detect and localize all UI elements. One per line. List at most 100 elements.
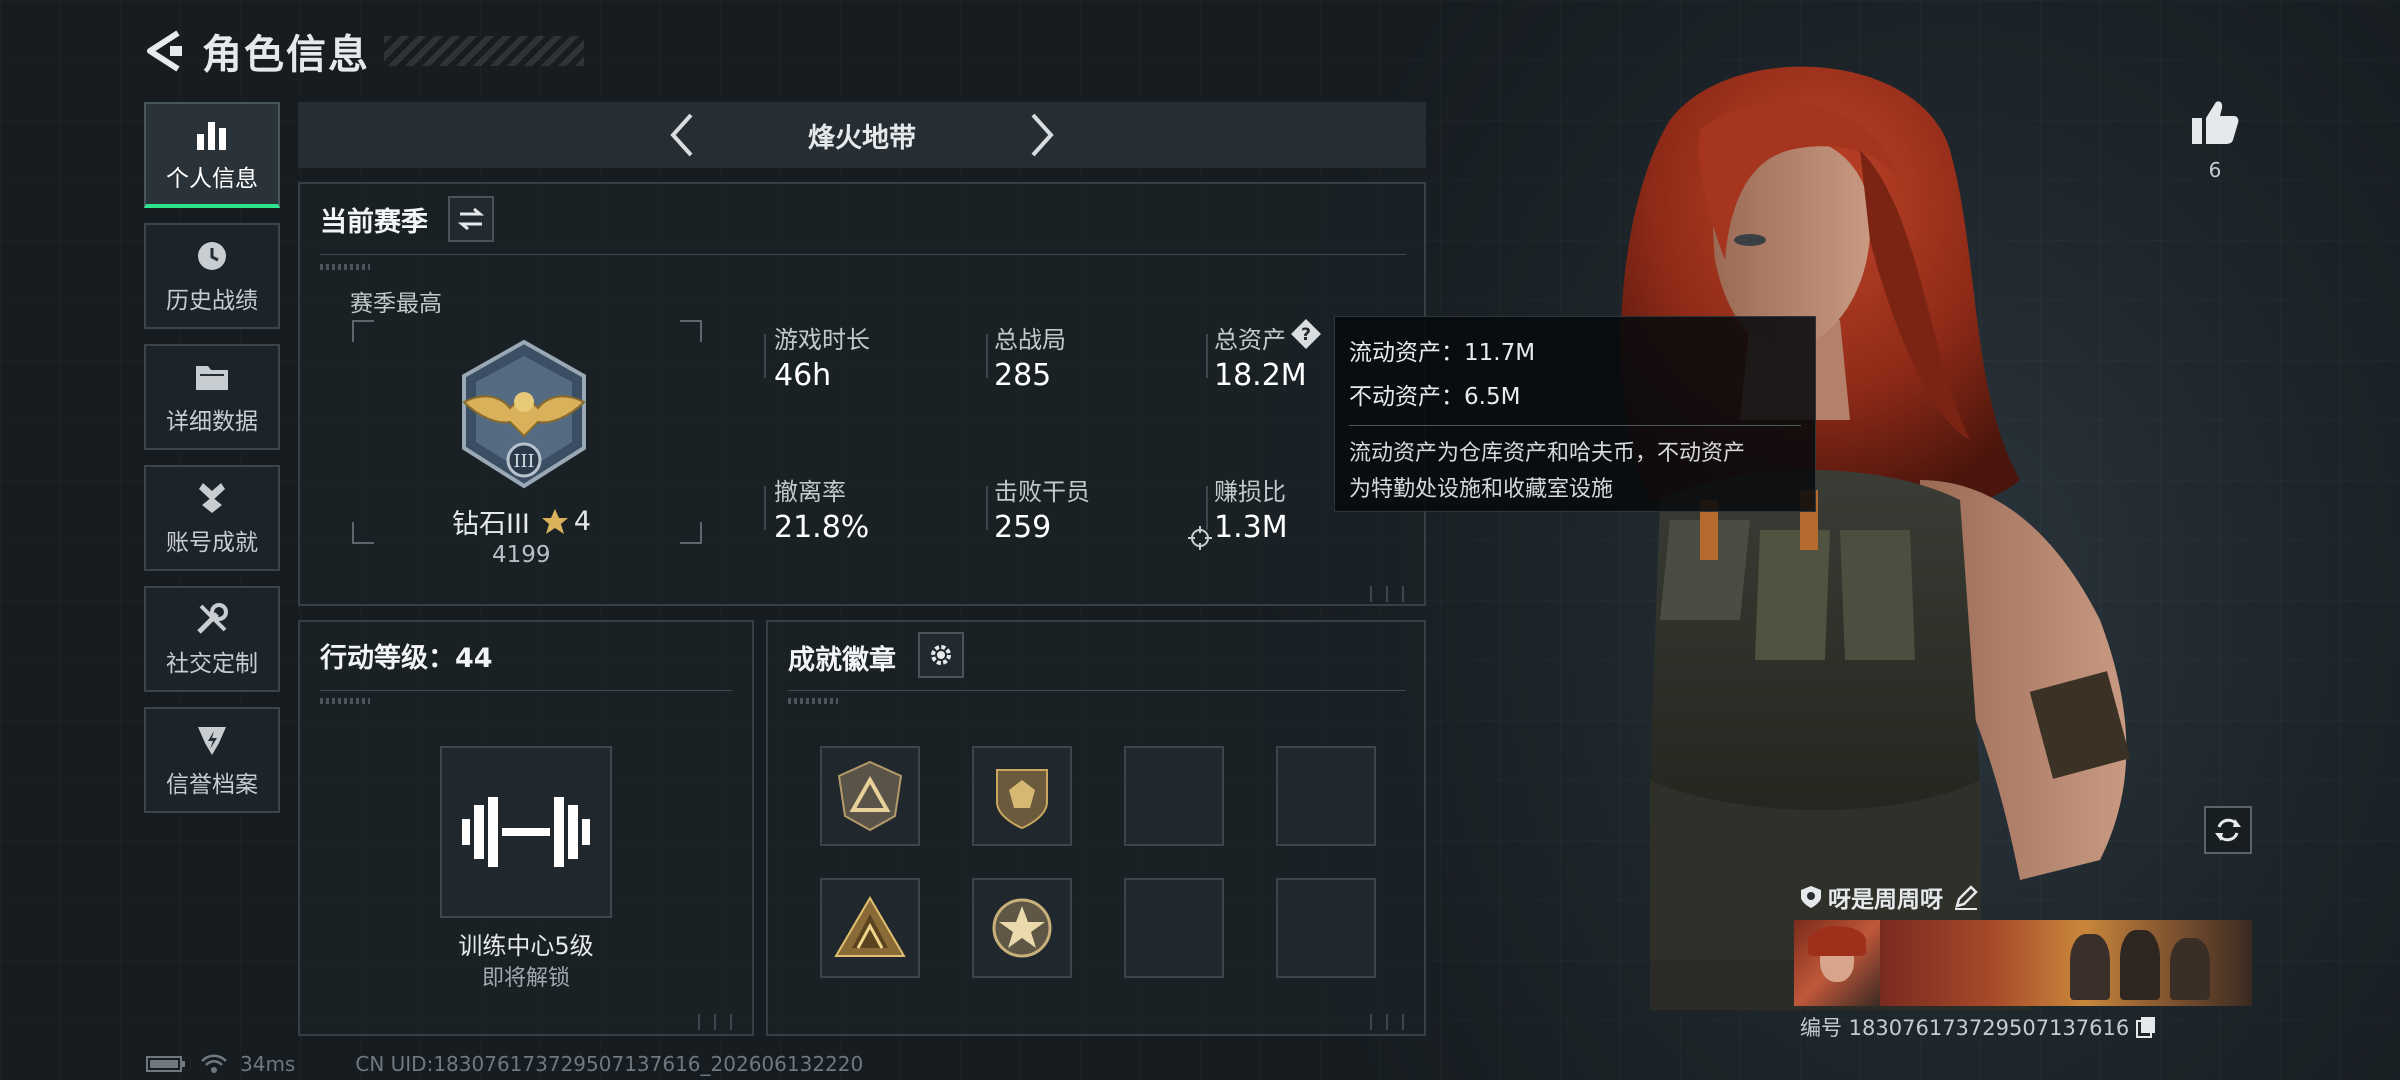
stat-divider: [986, 486, 988, 530]
medal-icon: [193, 479, 231, 517]
unlock-card[interactable]: [440, 746, 612, 918]
help-button[interactable]: ?: [1290, 318, 1322, 350]
nav-label: 社交定制: [166, 651, 258, 677]
rank-medal-numeral: III: [513, 451, 534, 472]
back-arrow-icon: [147, 30, 182, 72]
back-button[interactable]: [140, 27, 188, 75]
season-ticks: [320, 264, 370, 270]
badges-corner-ticks: [1362, 1014, 1414, 1030]
stat-value-kills: 259: [994, 510, 1052, 545]
season-corner-ticks: [1362, 586, 1414, 602]
assets-tooltip: 流动资产：11.7M 不动资产：6.5M 流动资产为仓库资产和哈夫币，不动资产 …: [1334, 316, 1816, 512]
star-badge-icon: [992, 898, 1052, 958]
stat-label-playtime: 游戏时长: [774, 326, 870, 354]
stat-label-matches: 总战局: [994, 326, 1066, 354]
mode-selector: 烽火地带: [298, 102, 1426, 168]
badge-slot-7[interactable]: [1124, 878, 1224, 978]
unlock-status: 即将解锁: [481, 966, 570, 991]
like-count: 6: [2208, 158, 2222, 182]
cursor-crosshair-icon: [1188, 526, 1212, 550]
banner-art: [1880, 920, 2252, 1006]
clock-icon: [193, 237, 231, 275]
season-title: 当前赛季: [320, 207, 428, 238]
tooltip-desc-line2: 为特勤处设施和收藏室设施: [1349, 477, 1614, 502]
copy-icon[interactable]: [2135, 1015, 2157, 1039]
next-mode-button[interactable]: [1012, 105, 1072, 165]
player-id-row: 编号 183076173729507137616: [1800, 1012, 2157, 1042]
badge-slot-1[interactable]: [820, 746, 920, 846]
nav-item-history[interactable]: 历史战绩: [144, 223, 280, 329]
stat-value-total-assets: 18.2M: [1214, 358, 1307, 393]
star-icon: [541, 508, 568, 534]
badge-slot-3[interactable]: [1124, 746, 1224, 846]
side-nav: 个人信息 历史战绩 详细数据 账号成就 社交定制 信誉档案: [144, 102, 280, 828]
season-divider: [320, 254, 1406, 255]
action-level-ticks: [320, 698, 370, 704]
swap-season-button[interactable]: [448, 196, 494, 242]
battery-icon: [146, 1056, 185, 1072]
player-banner[interactable]: [1794, 920, 2252, 1006]
crest-badge-icon: [996, 769, 1048, 830]
nav-item-detailed-data[interactable]: 详细数据: [144, 344, 280, 450]
stat-value-profit-ratio: 1.3M: [1214, 510, 1288, 545]
chevron-left-icon: [670, 113, 693, 157]
title-decoration: [384, 36, 584, 66]
nav-item-social-custom[interactable]: 社交定制: [144, 586, 280, 692]
season-best-label: 赛季最高: [350, 291, 442, 317]
pyramid-badge-icon: [834, 896, 906, 957]
badges-ticks: [788, 698, 838, 704]
stat-value-matches: 285: [994, 358, 1052, 393]
nav-item-reputation[interactable]: 信誉档案: [144, 707, 280, 813]
wifi-icon: [201, 1054, 227, 1073]
stat-label-profit-ratio: 赚损比: [1214, 478, 1286, 506]
rank-stars: 4: [573, 506, 592, 537]
mode-name: 烽火地带: [808, 122, 916, 154]
action-level-divider: [320, 690, 732, 691]
prev-mode-button[interactable]: [652, 105, 712, 165]
stat-label-extract-rate: 撤离率: [774, 478, 846, 506]
badge-settings-button[interactable]: [918, 632, 964, 678]
action-level-title: 行动等级：44: [320, 643, 493, 674]
player-avatar: [1794, 920, 1880, 1006]
badge-slot-2[interactable]: [972, 746, 1072, 846]
unlock-name: 训练中心5级: [458, 932, 594, 960]
gear-icon: [931, 645, 951, 665]
nav-label: 信誉档案: [166, 772, 258, 798]
edit-icon[interactable]: [1953, 884, 1979, 910]
nav-item-personal-info[interactable]: 个人信息: [144, 102, 280, 208]
triangle-badge-icon: [837, 760, 903, 832]
folder-icon: [193, 358, 231, 396]
nav-item-achievements[interactable]: 账号成就: [144, 465, 280, 571]
like-button[interactable]: 6: [2180, 98, 2250, 182]
badge-slot-4[interactable]: [1276, 746, 1376, 846]
bar-chart-icon: [193, 115, 231, 153]
shield-bolt-icon: [193, 721, 231, 759]
nav-label: 历史战绩: [166, 288, 258, 314]
stat-value-playtime: 46h: [774, 358, 832, 393]
tooltip-fixed-assets: 不动资产：6.5M: [1349, 384, 1521, 410]
shield-icon: [1801, 886, 1821, 908]
stat-label-total-assets: 总资产: [1214, 326, 1286, 354]
refresh-icon: [2215, 818, 2241, 842]
stat-value-extract-rate: 21.8%: [774, 510, 870, 545]
badge-slot-8[interactable]: [1276, 878, 1376, 978]
action-level-corner-ticks: [690, 1014, 742, 1030]
stat-divider: [1206, 486, 1208, 530]
stat-label-kills: 击败干员: [994, 478, 1090, 506]
tooltip-liquid-assets: 流动资产：11.7M: [1349, 340, 1536, 366]
badge-slot-6[interactable]: [972, 878, 1072, 978]
page-header: 角色信息: [140, 20, 584, 82]
stat-divider: [1206, 334, 1208, 378]
badges-title: 成就徽章: [788, 645, 896, 676]
question-icon: ?: [1291, 319, 1321, 349]
rank-name-row: 钻石III 4: [452, 502, 591, 541]
refresh-button[interactable]: [2204, 806, 2252, 854]
rank-name: 钻石III: [452, 509, 530, 540]
stat-divider: [764, 334, 766, 378]
thumbs-up-icon: [2192, 101, 2239, 144]
rank-score: 4199: [492, 542, 551, 568]
badge-slot-5[interactable]: [820, 878, 920, 978]
rank-medal-icon: III: [462, 339, 586, 489]
tooltip-desc-line1: 流动资产为仓库资产和哈夫币，不动资产: [1349, 441, 1746, 466]
nav-label: 账号成就: [166, 530, 258, 556]
